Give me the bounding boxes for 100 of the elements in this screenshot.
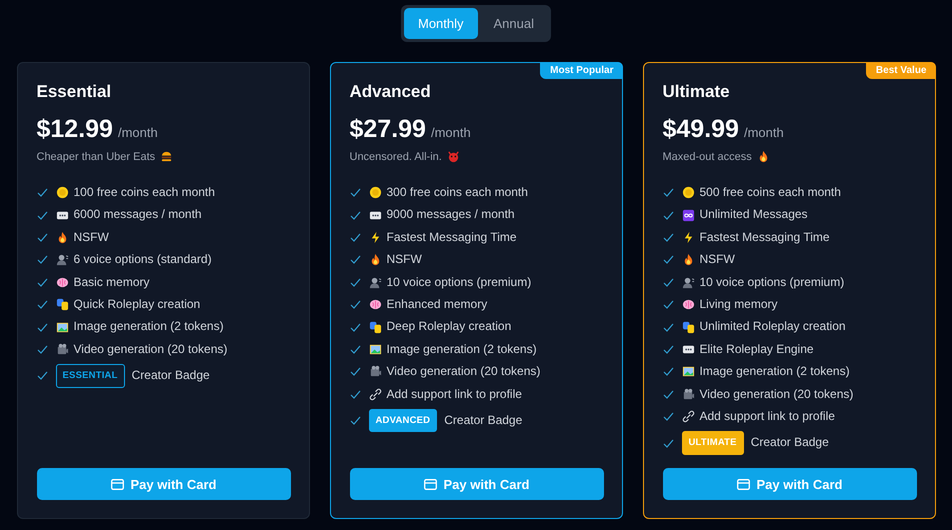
feature-text: NSFW bbox=[74, 230, 109, 246]
check-icon bbox=[350, 278, 360, 287]
check-icon bbox=[350, 210, 360, 220]
billing-tab[interactable]: Monthly bbox=[404, 8, 478, 39]
credit-card-icon bbox=[110, 478, 124, 490]
check-icon bbox=[36, 188, 48, 198]
check-icon bbox=[350, 367, 360, 376]
tier-badge: ULTIMATE bbox=[682, 431, 744, 455]
price-period: /month bbox=[744, 125, 784, 140]
plan-name: Advanced bbox=[350, 82, 432, 102]
feature-text: Image generation (2 tokens) bbox=[700, 364, 850, 380]
link-icon bbox=[682, 410, 694, 424]
feature-text: 10 voice options (premium) bbox=[386, 274, 532, 290]
coin-icon bbox=[56, 186, 68, 200]
feature-text: Video generation (20 tokens) bbox=[386, 364, 540, 380]
feature-text: NSFW bbox=[386, 252, 422, 268]
plan-name: Ultimate bbox=[662, 82, 731, 102]
check-icon bbox=[662, 233, 674, 242]
ribbon-label: Most Popular bbox=[540, 62, 622, 79]
price-period: /month bbox=[118, 125, 158, 140]
check-icon bbox=[36, 300, 48, 310]
tier-badge: ESSENTIAL bbox=[56, 364, 125, 388]
feature-text: 6000 messages / month bbox=[74, 207, 202, 223]
feature-text: 6 voice options (standard) bbox=[74, 252, 212, 268]
check-icon bbox=[662, 255, 674, 264]
feature-text: NSFW bbox=[700, 252, 735, 268]
check-icon bbox=[662, 345, 674, 354]
feature-text: Deep Roleplay creation bbox=[386, 319, 512, 335]
coin-icon bbox=[682, 186, 694, 200]
check-icon bbox=[662, 438, 674, 448]
ribbon-label: Best Value bbox=[866, 62, 936, 79]
pay-with-card-button[interactable]: Pay with Card bbox=[662, 468, 916, 500]
camera-icon bbox=[368, 365, 382, 378]
feature-text: Creator Badge bbox=[132, 368, 210, 384]
check-icon bbox=[350, 390, 360, 399]
plan-price: $12.99 bbox=[36, 115, 113, 144]
check-icon bbox=[662, 390, 674, 399]
person-icon bbox=[56, 253, 68, 266]
check-icon bbox=[350, 322, 360, 332]
feature-text: Creator Badge bbox=[750, 435, 829, 451]
check-icon bbox=[662, 322, 674, 332]
plan-tagline: Cheaper than Uber Eats bbox=[36, 150, 156, 162]
person-icon bbox=[368, 276, 382, 289]
check-icon bbox=[36, 210, 48, 220]
plan-price: $49.99 bbox=[662, 115, 739, 144]
feature-text: Unlimited Roleplay creation bbox=[700, 319, 846, 335]
person-icon bbox=[682, 276, 694, 289]
feature-text: 100 free coins each month bbox=[74, 185, 215, 200]
feature-text: Living memory bbox=[700, 297, 778, 312]
check-icon bbox=[350, 255, 360, 264]
feature-text: Add support link to profile bbox=[386, 386, 522, 402]
check-icon bbox=[662, 412, 674, 422]
check-icon bbox=[662, 210, 674, 220]
feature-text: 10 voice options (premium) bbox=[700, 274, 844, 290]
feature-text: Basic memory bbox=[74, 274, 150, 290]
feature-text: Elite Roleplay Engine bbox=[700, 342, 814, 358]
camera-icon bbox=[682, 388, 694, 401]
check-icon bbox=[662, 188, 674, 198]
check-icon bbox=[36, 278, 48, 287]
plan-price: $27.99 bbox=[350, 115, 426, 144]
plan-name: Essential bbox=[36, 82, 112, 102]
feature-text: Fastest Messaging Time bbox=[700, 230, 830, 246]
feature-text: Video generation (20 tokens) bbox=[700, 386, 854, 402]
check-icon bbox=[36, 255, 48, 264]
brain-icon bbox=[56, 276, 68, 289]
feature-text: Enhanced memory bbox=[386, 297, 488, 312]
price-period: /month bbox=[430, 125, 471, 140]
feature-text: Fastest Messaging Time bbox=[386, 230, 517, 246]
burger-icon bbox=[160, 150, 174, 163]
pay-with-card-button[interactable]: Pay with Card bbox=[350, 468, 604, 500]
plan-tagline: Uncensored. All-in. bbox=[350, 150, 442, 162]
check-icon bbox=[36, 371, 48, 380]
credit-card-icon bbox=[736, 478, 750, 490]
feature-text: Add support link to profile bbox=[700, 409, 835, 424]
link-icon bbox=[368, 388, 382, 401]
check-icon bbox=[350, 416, 360, 426]
brain-icon bbox=[368, 298, 382, 312]
feature-text: 9000 messages / month bbox=[386, 207, 515, 223]
feature-text: Unlimited Messages bbox=[700, 207, 808, 223]
check-icon bbox=[350, 300, 360, 310]
feature-text: Video generation (20 tokens) bbox=[74, 342, 228, 358]
coin-icon bbox=[368, 186, 382, 200]
check-icon bbox=[350, 188, 360, 198]
plan-tagline: Maxed-out access bbox=[662, 150, 752, 162]
check-icon bbox=[662, 300, 674, 310]
pay-with-card-button[interactable]: Pay with Card bbox=[36, 468, 290, 500]
feature-text: Creator Badge bbox=[444, 413, 522, 428]
feature-text: 500 free coins each month bbox=[700, 185, 841, 200]
check-icon bbox=[36, 233, 48, 242]
check-icon bbox=[36, 322, 48, 332]
check-icon bbox=[350, 345, 360, 354]
credit-card-icon bbox=[424, 478, 437, 490]
check-icon bbox=[350, 233, 360, 242]
check-icon bbox=[662, 367, 674, 376]
tier-badge: ADVANCED bbox=[368, 409, 438, 432]
check-icon bbox=[36, 345, 48, 354]
camera-icon bbox=[56, 343, 68, 356]
brain-icon bbox=[682, 298, 694, 312]
feature-text: Quick Roleplay creation bbox=[74, 297, 200, 312]
billing-tab[interactable]: Annual bbox=[480, 8, 548, 39]
